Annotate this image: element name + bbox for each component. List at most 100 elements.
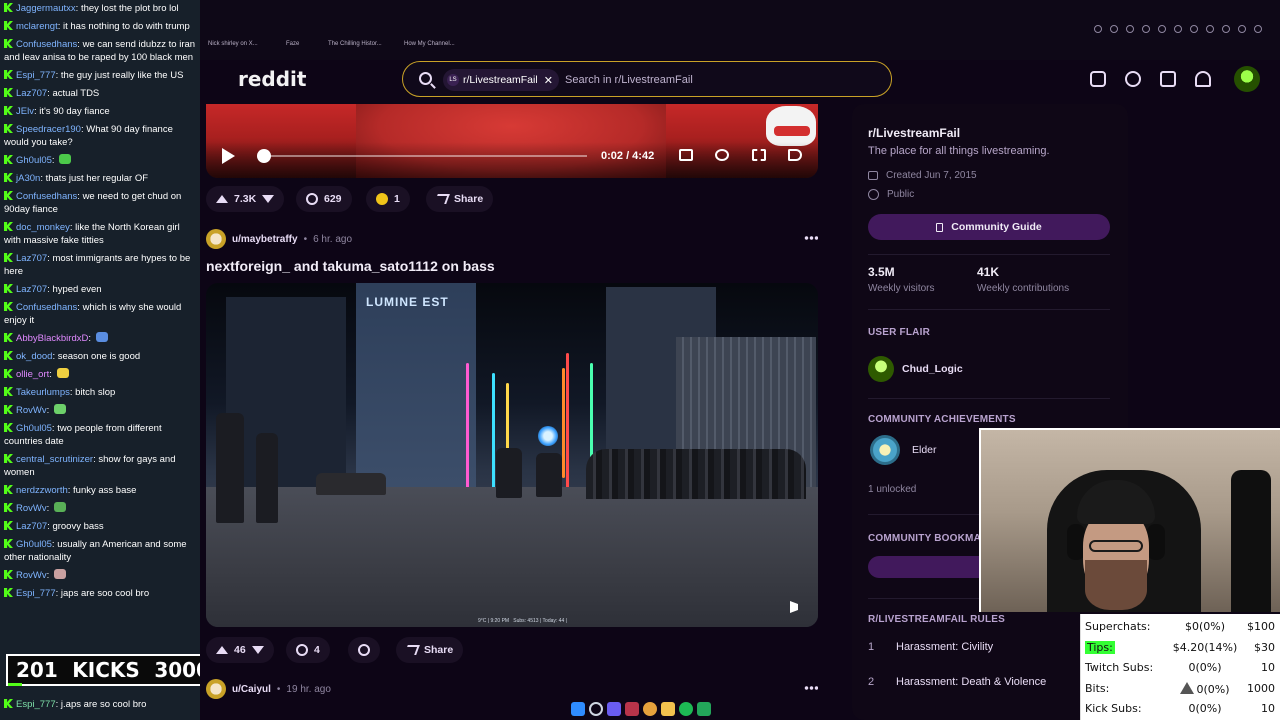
- community-guide-button[interactable]: Community Guide: [868, 214, 1110, 240]
- search-icon[interactable]: [589, 702, 603, 716]
- fullscreen-icon[interactable]: [752, 149, 766, 161]
- extension-icon[interactable]: [1158, 25, 1166, 33]
- chat-username[interactable]: Confusedhans: [16, 39, 77, 50]
- xbox-icon[interactable]: [697, 702, 711, 716]
- post-author[interactable]: u/Caiyul: [232, 684, 271, 695]
- chat-username[interactable]: ok_dood: [16, 351, 52, 362]
- chat-username[interactable]: Confusedhans: [16, 302, 77, 313]
- create-post-icon[interactable]: [1160, 71, 1176, 87]
- flair-avatar[interactable]: [868, 356, 894, 382]
- close-icon[interactable]: ✕: [544, 74, 553, 87]
- chat-username[interactable]: Gh0ul05: [16, 423, 52, 434]
- search-input[interactable]: [565, 71, 865, 89]
- chat-username[interactable]: mclarengt: [16, 21, 58, 32]
- video-player-2[interactable]: LUMINE EST 9°C | 9:20 PM Subs: 4513 | To…: [206, 283, 818, 627]
- ad-icon[interactable]: [1090, 71, 1106, 87]
- chat-username[interactable]: Gh0ul05: [16, 539, 52, 550]
- extension-icon[interactable]: [1110, 25, 1118, 33]
- extension-icon[interactable]: [1222, 25, 1230, 33]
- chat-icon[interactable]: [1125, 71, 1141, 87]
- chat-username[interactable]: Laz707: [16, 284, 47, 295]
- divider: [868, 309, 1110, 310]
- bookmark-3[interactable]: The Chilling Histor...: [328, 41, 382, 47]
- post-author-avatar[interactable]: [206, 679, 226, 699]
- video-frame: [256, 433, 278, 523]
- kick-badge-icon: [4, 333, 13, 342]
- zoom-icon[interactable]: [1094, 25, 1102, 33]
- search-bar[interactable]: LS r/LivestreamFail ✕: [402, 61, 892, 97]
- folder-icon[interactable]: [661, 702, 675, 716]
- post-author[interactable]: u/maybetraffy: [232, 234, 298, 245]
- favorite-icon[interactable]: [1174, 25, 1182, 33]
- rule-item[interactable]: 1 Harassment: Civility: [868, 641, 993, 653]
- seek-bar[interactable]: [262, 155, 587, 157]
- start-icon[interactable]: [571, 702, 585, 716]
- achievements-unlocked[interactable]: 1 unlocked: [868, 484, 916, 495]
- bell-icon[interactable]: [1195, 71, 1211, 87]
- chat-username[interactable]: JElv: [16, 106, 34, 117]
- community-name[interactable]: r/LivestreamFail: [868, 126, 960, 140]
- menu-icon[interactable]: [1254, 25, 1262, 33]
- chat-username[interactable]: Espi_777: [16, 70, 56, 81]
- award-button[interactable]: [348, 637, 380, 663]
- spotify-icon[interactable]: [679, 702, 693, 716]
- discord-icon[interactable]: [607, 702, 621, 716]
- play-icon[interactable]: [222, 148, 235, 164]
- more-options-icon[interactable]: [804, 236, 818, 240]
- upvote-icon[interactable]: [216, 646, 228, 654]
- more-options-icon[interactable]: [804, 686, 818, 690]
- chat-username[interactable]: central_scrutinizer: [16, 454, 93, 465]
- reddit-logo[interactable]: reddit: [238, 67, 306, 91]
- chat-username[interactable]: Laz707: [16, 88, 47, 99]
- upvote-icon[interactable]: [216, 195, 228, 203]
- captions-icon[interactable]: [679, 149, 693, 161]
- chat-username[interactable]: doc_monkey: [16, 222, 70, 233]
- volume-icon[interactable]: [788, 149, 802, 161]
- comments-button[interactable]: 629: [296, 186, 352, 212]
- chat-username[interactable]: nerdzzworth: [16, 485, 68, 496]
- extension-icon[interactable]: [1206, 25, 1214, 33]
- extension-icon[interactable]: [1126, 25, 1134, 33]
- extension-icon[interactable]: [1238, 25, 1246, 33]
- share-button[interactable]: Share: [396, 637, 464, 663]
- downvote-icon[interactable]: [251, 646, 264, 654]
- chat-username[interactable]: Laz707: [16, 253, 47, 264]
- extension-icon[interactable]: [1190, 25, 1198, 33]
- user-avatar[interactable]: [1234, 66, 1260, 92]
- chat-username[interactable]: Speedracer190: [16, 124, 81, 135]
- kicks-current: 201: [16, 658, 58, 682]
- bookmark-2[interactable]: Faze: [286, 41, 299, 47]
- chat-username[interactable]: Confusedhans: [16, 191, 77, 202]
- flair-name[interactable]: Chud_Logic: [902, 363, 963, 375]
- downvote-icon[interactable]: [262, 195, 275, 203]
- app-icon[interactable]: [625, 702, 639, 716]
- chat-username[interactable]: Espi_777: [16, 588, 56, 599]
- chat-username[interactable]: Gh0ul05: [16, 155, 52, 166]
- share-button[interactable]: Share: [426, 186, 494, 212]
- comments-button[interactable]: 4: [286, 637, 330, 663]
- chat-username[interactable]: Laz707: [16, 521, 47, 532]
- chat-username[interactable]: Espi_777: [16, 699, 56, 710]
- award-button[interactable]: 1: [366, 186, 410, 212]
- chat-username[interactable]: jA30n: [16, 173, 40, 184]
- bookmark-4[interactable]: How My Channel...: [404, 41, 455, 47]
- settings-gear-icon[interactable]: [715, 149, 729, 161]
- video-player-1[interactable]: [206, 104, 818, 178]
- chat-username[interactable]: AbbyBlackbirdxD: [16, 333, 88, 344]
- extension-icon[interactable]: [1142, 25, 1150, 33]
- chat-username[interactable]: RovWv: [16, 405, 47, 416]
- chat-username[interactable]: RovWv: [16, 570, 47, 581]
- chat-username[interactable]: RovWv: [16, 503, 47, 514]
- kick-badge-icon: [4, 106, 13, 115]
- chat-username[interactable]: ollie_ort: [16, 369, 49, 380]
- bookmark-1[interactable]: Nick shirley on X...: [208, 41, 258, 47]
- chat-username[interactable]: Takeurlumps: [16, 387, 70, 398]
- chrome-icon[interactable]: [643, 702, 657, 716]
- chat-username[interactable]: Jaggermautxx: [16, 3, 76, 14]
- achievement-badge-icon[interactable]: [870, 435, 900, 465]
- post-author-avatar[interactable]: [206, 229, 226, 249]
- post-title[interactable]: nextforeign_ and takuma_sato1112 on bass: [206, 258, 495, 274]
- rule-item[interactable]: 2 Harassment: Death & Violence: [868, 676, 1046, 688]
- subreddit-filter-chip[interactable]: LS r/LivestreamFail ✕: [443, 69, 559, 91]
- volume-icon[interactable]: [790, 601, 804, 613]
